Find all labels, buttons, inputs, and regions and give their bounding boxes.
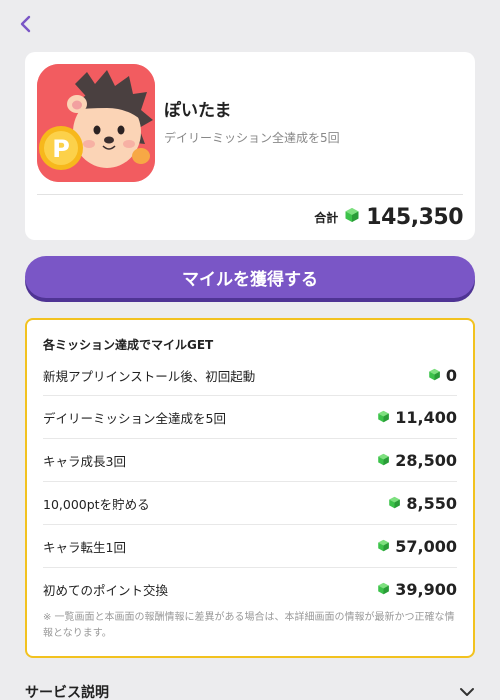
divider: [37, 194, 463, 195]
list-item: キャラ成長3回 28,500: [43, 439, 457, 482]
mission-reward: 11,400: [377, 408, 457, 427]
total-value: 145,350: [366, 204, 463, 230]
mission-value: 39,900: [395, 580, 457, 599]
mission-label: 新規アプリインストール後、初回起動: [43, 369, 256, 384]
mission-list: 新規アプリインストール後、初回起動 0 デイリーミッション全達成を5回 11,4…: [43, 356, 457, 611]
back-button[interactable]: [14, 12, 38, 36]
chevron-left-icon: [20, 15, 31, 33]
mission-value: 0: [445, 366, 457, 385]
total-row: 合計 145,350: [314, 202, 463, 232]
mission-reward: 0: [428, 366, 457, 385]
mission-value: 11,400: [395, 407, 457, 427]
mission-value: 8,550: [406, 493, 457, 513]
list-item: キャラ転生1回 57,000: [43, 525, 457, 568]
mission-reward: 39,900: [377, 580, 457, 599]
mission-label: 10,000ptを貯める: [43, 496, 150, 512]
service-description-toggle[interactable]: サービス説明: [25, 680, 475, 700]
gem-icon: [344, 207, 360, 227]
mission-value: 28,500: [395, 450, 457, 470]
app-icon-hedgehog: P: [37, 64, 155, 182]
mission-box: 各ミッション達成でマイルGET 新規アプリインストール後、初回起動 0 デイリー…: [25, 318, 475, 658]
disclaimer-note: ※ 一覧画面と本画面の報酬情報に差異がある場合は、本詳細画面の情報が最新かつ正確…: [43, 612, 455, 639]
service-label: サービス説明: [25, 685, 109, 700]
mission-label: デイリーミッション全達成を5回: [43, 410, 226, 426]
chevron-down-icon: [460, 688, 474, 696]
gem-icon: [428, 366, 441, 385]
mission-label: 初めてのポイント交換: [43, 583, 169, 598]
list-item: 10,000ptを貯める 8,550: [43, 482, 457, 525]
list-item: 初めてのポイント交換 39,900: [43, 568, 457, 611]
gem-icon: [388, 494, 401, 513]
gem-icon: [377, 451, 390, 470]
mission-label: キャラ転生1回: [43, 539, 126, 555]
list-item: デイリーミッション全達成を5回 11,400: [43, 396, 457, 439]
mission-value: 57,000: [395, 536, 457, 556]
mission-header: 各ミッション達成でマイルGET: [43, 338, 214, 352]
app-card: P ぽいたま デイリーミッション全達成を5回 合計 145,350: [25, 52, 475, 240]
list-item: 新規アプリインストール後、初回起動 0: [43, 356, 457, 396]
total-label: 合計: [314, 210, 339, 225]
mission-label: キャラ成長3回: [43, 453, 126, 469]
mission-reward: 8,550: [388, 494, 457, 513]
earn-miles-button[interactable]: マイルを獲得する: [25, 256, 475, 298]
gem-icon: [377, 580, 390, 599]
svg-text:P: P: [52, 135, 70, 163]
mission-reward: 57,000: [377, 537, 457, 556]
app-subtitle: デイリーミッション全達成を5回: [164, 131, 340, 145]
gem-icon: [377, 537, 390, 556]
gem-icon: [377, 408, 390, 427]
mission-reward: 28,500: [377, 451, 457, 470]
app-name: ぽいたま: [164, 101, 232, 121]
